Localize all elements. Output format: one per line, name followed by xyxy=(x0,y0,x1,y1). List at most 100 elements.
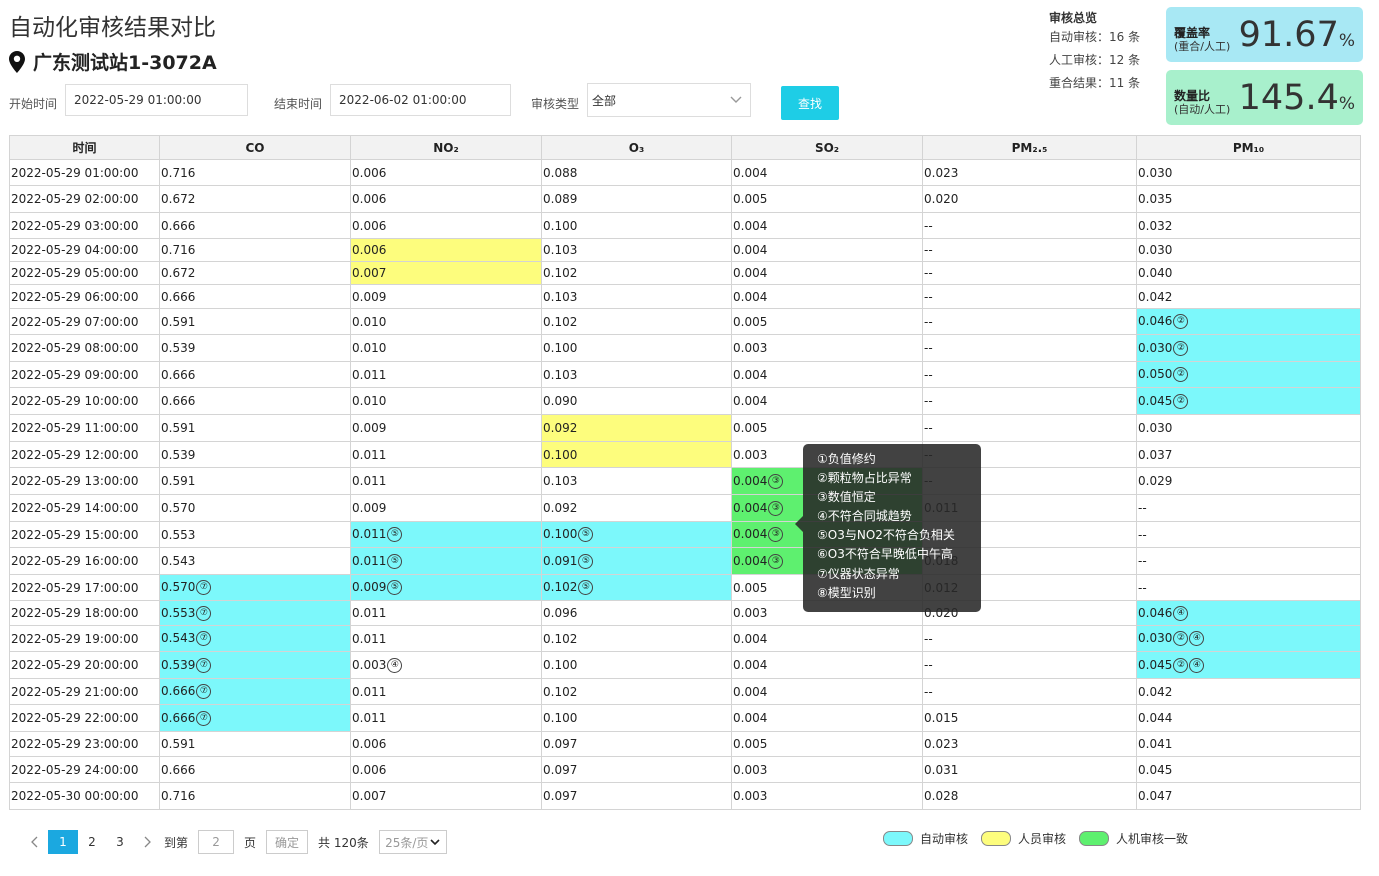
start-time-input[interactable] xyxy=(65,84,249,116)
value-cell: 0.004 xyxy=(731,651,923,679)
time-cell: 2022-05-29 17:00:00 xyxy=(9,574,160,601)
value-cell: 0.045 xyxy=(1136,756,1361,783)
issue-marker[interactable]: ② xyxy=(1173,340,1189,356)
cell-value: 0.004 xyxy=(733,473,768,488)
table-row: 2022-05-29 10:00:00 0.666 0.010 0.090 0.004 -… xyxy=(9,387,1361,415)
confirm-button[interactable]: 确定 xyxy=(266,830,309,854)
value-cell[interactable]: 0.091 ⑤ xyxy=(541,547,732,575)
cell-value: 0.672 xyxy=(161,192,196,206)
chevron-down-icon xyxy=(730,96,742,103)
value-cell[interactable]: 0.011 ⑤ xyxy=(350,547,542,575)
table-row: 2022-05-29 16:00:00 0.543 0.011 ⑤ 0.091 ⑤ 0.00… xyxy=(9,547,1361,575)
value-cell[interactable]: 0.045 ② ④ xyxy=(1136,651,1361,679)
issue-marker[interactable]: ⑤ xyxy=(387,527,403,542)
page-size-select[interactable]: 25条/页 xyxy=(378,830,447,854)
issue-marker[interactable]: ② xyxy=(1173,657,1189,673)
value-cell: 0.007 xyxy=(350,782,542,810)
cell-value: 0.672 xyxy=(161,266,196,280)
value-cell[interactable]: 0.007 xyxy=(350,261,542,285)
value-cell: 0.005 xyxy=(731,731,923,757)
value-cell: 0.004 xyxy=(731,361,923,388)
issue-marker[interactable]: ⑤ xyxy=(578,527,594,542)
issue-marker[interactable]: ⑤ xyxy=(578,553,594,569)
ratio-card: 数量比 (自动/人工) 145.4% xyxy=(1166,70,1363,125)
cell-value: 0.666 xyxy=(161,394,196,408)
table-row: 2022-05-29 08:00:00 0.539 0.010 0.100 0.003 -… xyxy=(9,334,1361,362)
cell-value: -- xyxy=(924,218,933,233)
value-cell[interactable]: 0.011 ⑤ xyxy=(350,521,542,548)
value-cell[interactable]: 0.046 ④ xyxy=(1136,600,1361,626)
cell-value: 0.003 xyxy=(352,657,387,672)
value-cell[interactable]: 0.030 ② ④ xyxy=(1136,625,1361,652)
cell-value: -- xyxy=(1138,527,1147,542)
issue-marker[interactable]: ⑦ xyxy=(196,657,212,673)
cell-value: 0.543 xyxy=(161,631,196,645)
prev-page-button[interactable] xyxy=(20,830,48,854)
summary-overlap: 重合结果：11 条 xyxy=(1049,76,1141,90)
cell-value: 0.030 xyxy=(1138,421,1173,435)
issue-marker[interactable]: ⑤ xyxy=(578,580,594,595)
issue-marker[interactable]: ③ xyxy=(768,473,784,489)
issue-marker[interactable]: ⑤ xyxy=(387,580,403,595)
issue-marker[interactable]: ⑦ xyxy=(196,605,212,621)
page-2-button[interactable]: 2 xyxy=(78,830,106,854)
page-1-button[interactable]: 1 xyxy=(48,830,78,854)
issue-marker[interactable]: ② xyxy=(1173,631,1189,646)
audit-table: 时间 CO NO₂ O₃ SO₂ PM₂.₅ PM₁₀ 2022-05-29 01:00:0… xyxy=(9,135,1361,810)
issue-marker[interactable]: ④ xyxy=(1173,605,1189,621)
issue-marker[interactable]: ② xyxy=(1173,393,1189,409)
issue-marker[interactable]: ⑦ xyxy=(196,684,212,699)
issue-marker[interactable]: ② xyxy=(1173,314,1189,329)
value-cell[interactable]: 0.006 xyxy=(350,238,542,262)
issue-marker[interactable]: ⑤ xyxy=(387,553,403,569)
goto-page-input[interactable]: 2 xyxy=(198,830,235,854)
value-cell[interactable]: 0.009 ⑤ xyxy=(350,574,542,601)
search-button[interactable]: 查找 xyxy=(781,86,840,120)
value-cell: 0.666 xyxy=(159,756,351,783)
value-cell[interactable]: 0.666 ⑦ xyxy=(159,678,351,705)
issue-marker[interactable]: ⑦ xyxy=(196,710,212,726)
value-cell[interactable]: 0.543 ⑦ xyxy=(159,625,351,652)
value-cell[interactable]: 0.100 xyxy=(541,441,732,468)
value-cell: 0.011 xyxy=(350,441,542,468)
value-cell[interactable]: 0.102 ⑤ xyxy=(541,574,732,601)
time-cell: 2022-05-29 11:00:00 xyxy=(9,414,160,442)
cell-value: -- xyxy=(924,684,933,699)
value-cell[interactable]: 0.030 ② xyxy=(1136,334,1361,362)
value-cell[interactable]: 0.570 ⑦ xyxy=(159,574,351,601)
start-time-label: 开始时间 xyxy=(9,96,58,111)
value-cell: 0.090 xyxy=(541,387,732,415)
value-cell: 0.097 xyxy=(541,731,732,757)
table-row: 2022-05-29 06:00:00 0.666 0.009 0.103 0.004 -… xyxy=(9,284,1361,309)
value-cell[interactable]: 0.100 ⑤ xyxy=(541,521,732,548)
value-cell[interactable]: 0.045 ② xyxy=(1136,387,1361,415)
value-cell: 0.591 xyxy=(159,467,351,495)
issue-marker[interactable]: ⑦ xyxy=(196,631,212,646)
issue-marker[interactable]: ③ xyxy=(768,553,784,569)
issue-marker[interactable]: ③ xyxy=(768,500,784,516)
issue-marker[interactable]: ④ xyxy=(1189,631,1205,646)
cell-value: 0.009 xyxy=(352,580,387,594)
cell-value: 0.097 xyxy=(543,789,578,803)
cell-value: 0.028 xyxy=(924,789,959,803)
value-cell[interactable]: 0.539 ⑦ xyxy=(159,651,351,679)
cell-value: 0.666 xyxy=(161,289,196,304)
issue-marker[interactable]: ③ xyxy=(768,527,784,542)
value-cell[interactable]: 0.050 ② xyxy=(1136,361,1361,388)
cell-value: 0.005 xyxy=(733,421,768,435)
value-cell[interactable]: 0.666 ⑦ xyxy=(159,704,351,732)
issue-marker[interactable]: ⑦ xyxy=(196,580,212,595)
issue-marker[interactable]: ④ xyxy=(1189,657,1205,673)
value-cell: 0.009 xyxy=(350,414,542,442)
next-page-button[interactable] xyxy=(134,830,162,854)
issue-marker[interactable]: ② xyxy=(1173,367,1189,382)
cell-value: 0.009 xyxy=(352,289,387,304)
audit-type-select[interactable]: 全部 xyxy=(587,83,752,117)
value-cell[interactable]: 0.046 ② xyxy=(1136,308,1361,335)
column-header: PM₁₀ xyxy=(1136,135,1361,160)
value-cell[interactable]: 0.553 ⑦ xyxy=(159,600,351,626)
end-time-input[interactable] xyxy=(330,84,512,116)
issue-marker[interactable]: ④ xyxy=(387,657,403,673)
page-3-button[interactable]: 3 xyxy=(106,830,134,854)
value-cell[interactable]: 0.092 xyxy=(541,414,732,442)
